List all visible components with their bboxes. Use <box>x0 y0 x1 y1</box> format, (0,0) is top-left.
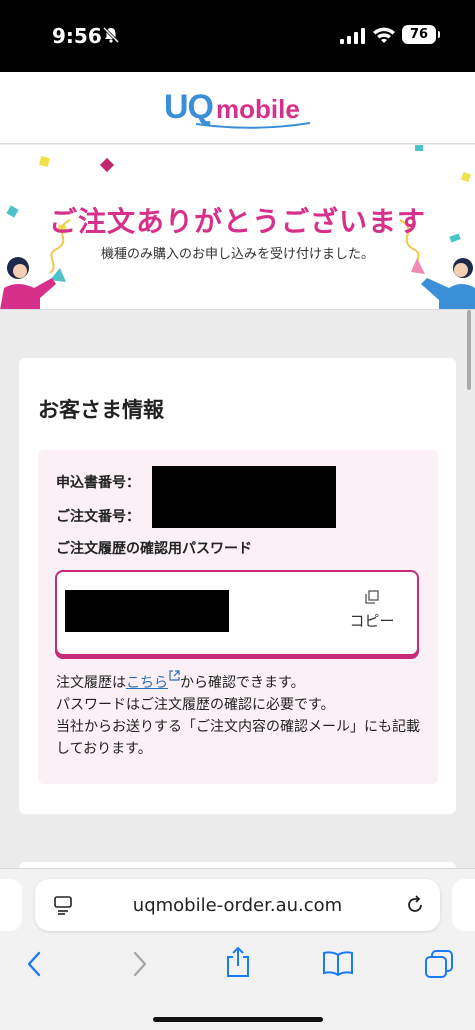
redacted-password-value <box>65 590 229 632</box>
cellular-signal-icon <box>340 28 365 44</box>
confetti-decoration <box>38 155 51 168</box>
browser-toolbar: uqmobile-order.au.com <box>0 868 475 1030</box>
redacted-number-value <box>152 466 336 528</box>
order-history-note: 注文履歴はこちら から確認できます。 パスワードはご注文履歴の確認に必要です。 当… <box>56 670 424 760</box>
share-icon[interactable] <box>224 945 252 979</box>
customer-info-card: お客さま情報 申込書番号： ご注文番号： ご注文履歴の確認用パスワード コピー … <box>19 358 456 814</box>
copy-icon <box>365 590 379 604</box>
bell-muted-icon <box>102 26 120 44</box>
order-history-link[interactable]: こちら <box>126 675 168 691</box>
home-indicator <box>153 1017 323 1022</box>
celebrating-man-illustration-icon <box>411 258 475 309</box>
uq-mobile-logo[interactable]: UQ mobile <box>164 86 314 132</box>
confetti-decoration <box>415 145 423 151</box>
battery-indicator: 76 <box>402 25 440 44</box>
confetti-decoration <box>99 157 115 173</box>
note-line-password: パスワードはご注文履歴の確認に必要です。 <box>56 697 335 713</box>
forward-icon[interactable] <box>128 949 150 979</box>
order-info-box: 申込書番号： ご注文番号： ご注文履歴の確認用パスワード コピー 注文履歴はこち… <box>38 450 438 784</box>
customer-info-title: お客さま情報 <box>38 398 164 422</box>
password-field: コピー <box>55 570 419 656</box>
logo-swoosh-icon <box>195 122 311 129</box>
confetti-decoration <box>460 171 472 183</box>
site-header: UQ mobile <box>0 72 475 144</box>
previous-tab-peek[interactable] <box>0 879 22 931</box>
wifi-icon <box>373 27 395 43</box>
thank-you-subtitle: 機種のみ購入のお申し込みを受け付けました。 <box>100 247 374 262</box>
thank-you-title: ご注文ありがとうございます <box>48 205 426 238</box>
password-label: ご注文履歴の確認用パスワード <box>56 541 252 557</box>
status-time: 9:56 <box>52 24 102 48</box>
back-icon[interactable] <box>24 949 46 979</box>
copy-password-button[interactable]: コピー <box>343 590 401 638</box>
note-suffix: から確認できます。 <box>180 675 305 691</box>
address-bar[interactable]: uqmobile-order.au.com <box>35 879 440 931</box>
copy-button-label: コピー <box>349 612 395 630</box>
reload-icon[interactable] <box>403 893 427 917</box>
scrollbar-thumb[interactable] <box>467 310 471 390</box>
celebrating-woman-illustration-icon <box>0 257 66 309</box>
note-line-email: 当社からお送りする「ご注文内容の確認メール」にも記載しております。 <box>56 719 420 757</box>
thank-you-banner: ご注文ありがとうございます 機種のみ購入のお申し込みを受け付けました。 <box>0 145 475 310</box>
status-bar: 9:56 76 <box>0 0 475 72</box>
external-link-icon <box>169 670 180 681</box>
note-prefix: 注文履歴は <box>56 675 126 691</box>
application-number-label: 申込書番号： <box>56 475 140 491</box>
bookmarks-icon[interactable] <box>322 949 354 977</box>
order-number-label: ご注文番号： <box>56 509 140 525</box>
next-tab-peek[interactable] <box>452 879 475 931</box>
url-text: uqmobile-order.au.com <box>132 895 343 916</box>
tabs-icon[interactable] <box>424 949 454 979</box>
